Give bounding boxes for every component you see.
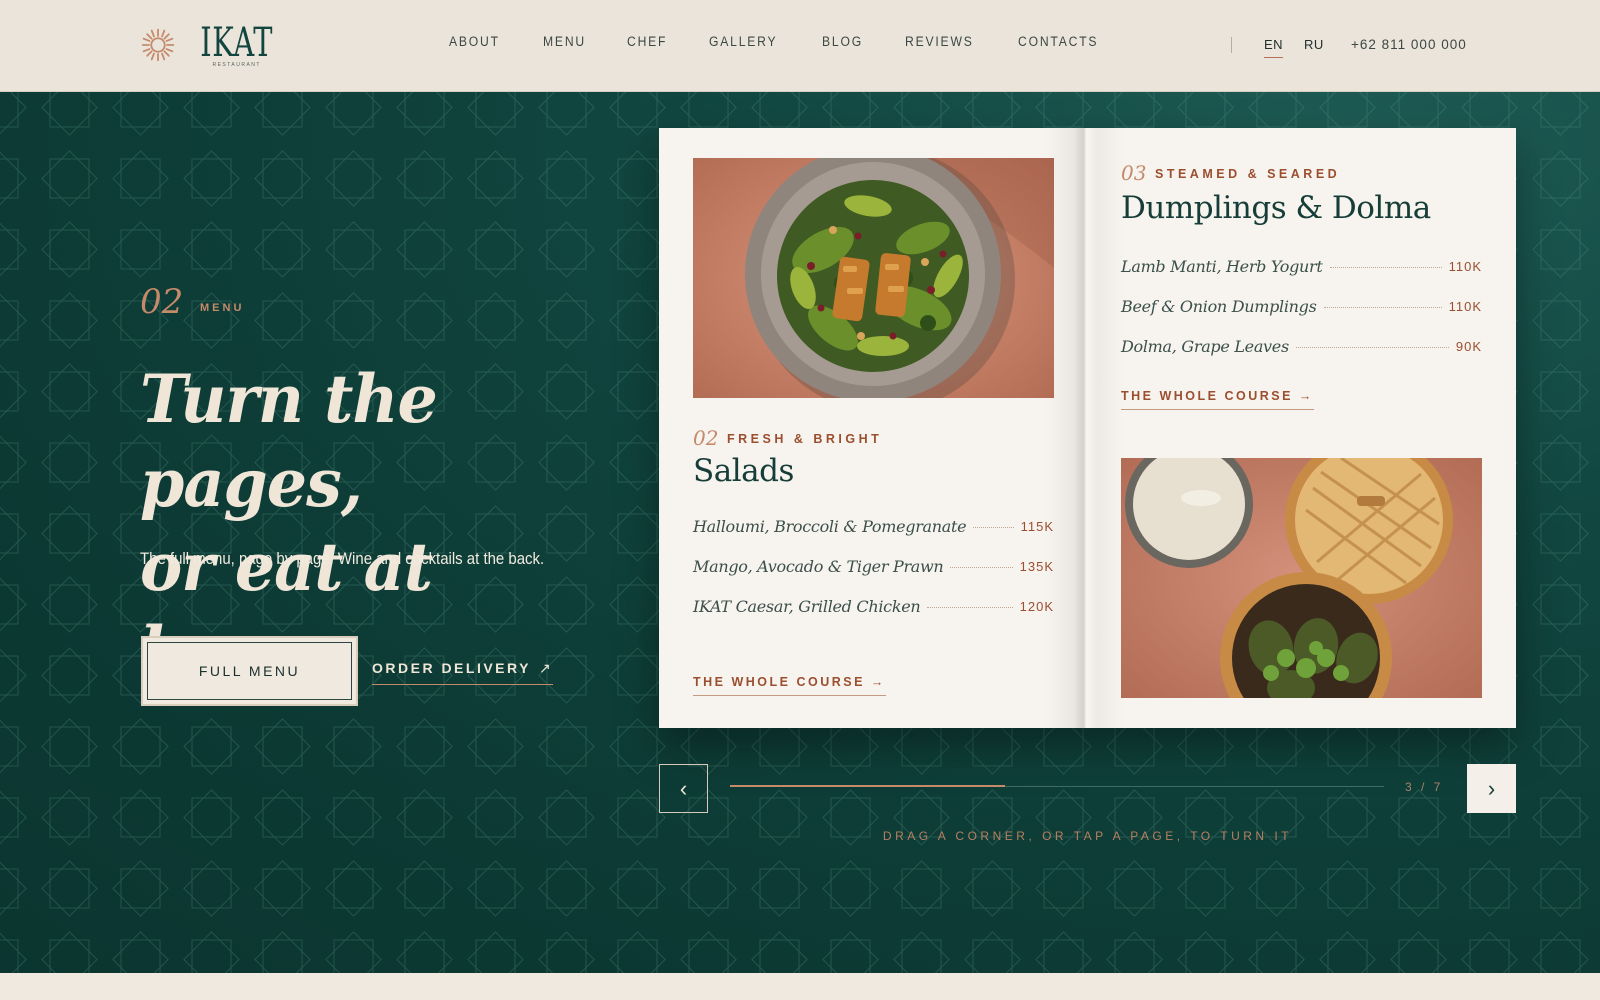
nav-item-blog[interactable]: BLOG [822,34,863,49]
next-page-button[interactable]: › [1467,764,1516,813]
menu-item[interactable]: Halloumi, Broccoli & Pomegranate 115K [693,506,1054,546]
right-page-menu-list: Lamb Manti, Herb Yogurt 110K Beef & Onio… [1121,246,1482,366]
left-page-title: Salads [693,453,794,489]
section-label: MENU [200,302,245,314]
nav-item-chef[interactable]: CHEF [627,34,667,49]
prev-page-button[interactable]: ‹ [659,764,708,813]
full-menu-label: FULL MENU [198,663,301,679]
language-divider [1231,37,1232,53]
nav-item-gallery[interactable]: GALLERY [709,34,777,49]
menu-item-price: 110K [1448,258,1482,274]
page-progress-fill [730,785,1005,787]
main-nav: ABOUT MENU CHEF GALLERY BLOG REVIEWS CON… [449,34,1144,49]
dumplings-steamer-photo [1121,458,1482,698]
phone-link[interactable]: +62 811 000 000 [1351,37,1467,52]
order-delivery-link[interactable]: ORDER DELIVERY ↗ [372,660,554,685]
menu-item-name: Lamb Manti, Herb Yogurt [1121,256,1323,276]
left-whole-course-link[interactable]: THE WHOLE COURSE → [693,675,886,696]
section-number: 02 [140,282,184,322]
next-section-strip [0,973,1600,1000]
nav-item-about[interactable]: ABOUT [449,34,500,49]
leader-dots [927,606,1013,608]
sun-logo-icon [141,28,175,62]
left-page-subtitle: FRESH & BRIGHT [727,432,883,446]
menu-book[interactable]: 02 FRESH & BRIGHT Salads Halloumi, Brocc… [659,128,1516,728]
menu-item[interactable]: IKAT Caesar, Grilled Chicken 120K [693,586,1054,626]
logo[interactable]: IKAT RESTAURANT [140,18,287,72]
chevron-left-icon: ‹ [679,775,688,801]
leader-dots [1329,266,1442,268]
menu-item-name: Beef & Onion Dumplings [1121,296,1317,316]
menu-item[interactable]: Dolma, Grape Leaves 90K [1121,326,1482,366]
menu-item-price: 90K [1455,338,1482,354]
menu-item-name: IKAT Caesar, Grilled Chicken [693,596,921,616]
left-page-number: 02 [693,426,719,450]
site-header: IKAT RESTAURANT ABOUT MENU CHEF GALLERY … [0,0,1600,92]
full-menu-button[interactable]: FULL MENU [141,636,358,706]
right-page-subtitle: STEAMED & SEARED [1155,167,1341,181]
menu-item[interactable]: Mango, Avocado & Tiger Prawn 135K [693,546,1054,586]
right-whole-course-link[interactable]: THE WHOLE COURSE → [1121,389,1314,410]
menu-hero-section: 02 MENU Turn the pages, or eat at home T… [0,92,1600,973]
page-progress-track[interactable] [730,785,1384,787]
brand-name: IKAT [200,20,274,66]
menu-item-name: Dolma, Grape Leaves [1121,336,1289,356]
menu-item-name: Halloumi, Broccoli & Pomegranate [693,516,967,536]
page-counter: 3 / 7 [1405,780,1444,794]
nav-item-menu[interactable]: MENU [543,34,586,49]
left-page-menu-list: Halloumi, Broccoli & Pomegranate 115K Ma… [693,506,1054,626]
leader-dots [973,526,1014,528]
menu-item-price: 110K [1448,298,1482,314]
nav-item-reviews[interactable]: REVIEWS [905,34,974,49]
chevron-right-icon: › [1487,775,1496,801]
book-spine [1045,128,1125,728]
menu-item-name: Mango, Avocado & Tiger Prawn [693,556,944,576]
lang-en-button[interactable]: EN [1264,37,1284,58]
leader-dots [950,566,1013,568]
hero-subtitle: The full menu, page by page. Wine and co… [140,549,545,568]
order-delivery-label: ORDER DELIVERY [372,660,531,676]
leader-dots [1323,306,1442,308]
page-turn-hint: DRAG A CORNER, OR TAP A PAGE, TO TURN IT [882,829,1293,843]
arrow-up-right-icon: ↗ [538,660,554,676]
leader-dots [1295,346,1449,348]
salad-bowl-photo [693,158,1054,398]
hero-title-line-1: Turn the pages, [140,360,438,522]
menu-item[interactable]: Beef & Onion Dumplings 110K [1121,286,1482,326]
nav-item-contacts[interactable]: CONTACTS [1018,34,1098,49]
lang-ru-button[interactable]: RU [1304,37,1324,52]
menu-item[interactable]: Lamb Manti, Herb Yogurt 110K [1121,246,1482,286]
right-page-title: Dumplings & Dolma [1121,190,1431,226]
